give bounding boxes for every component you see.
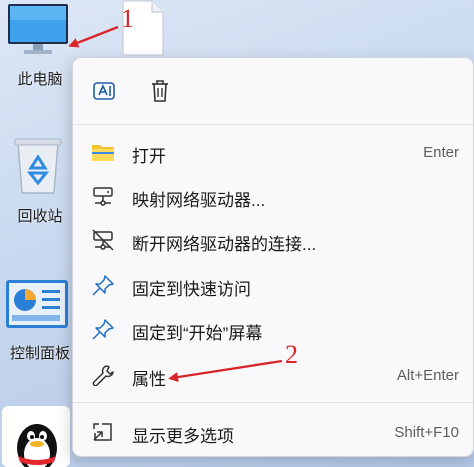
annotation-arrow-1 [68,25,119,48]
annotation-arrows [68,25,283,383]
annotation-arrow-2 [168,359,283,383]
annotation-number-1: 1 [121,4,134,33]
annotation-number-2: 2 [285,340,298,369]
